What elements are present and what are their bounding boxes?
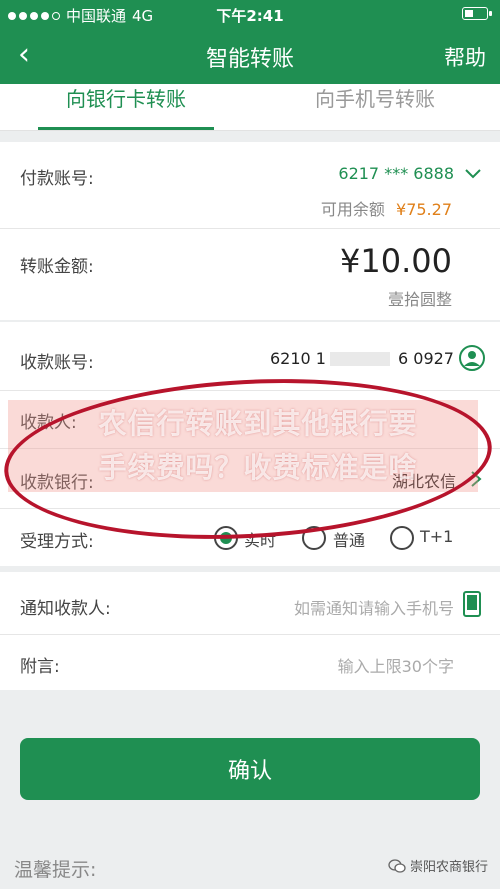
amount-in-words: 壹拾圆整: [387, 290, 452, 309]
payment-account-value[interactable]: 6217 *** 6888: [338, 164, 454, 183]
payee-account-end[interactable]: 6 0927: [398, 349, 454, 368]
extra-section: 通知收款人: 如需通知请输入手机号 附言: 输入上限30个字: [0, 572, 500, 690]
tips-label: 温馨提示:: [14, 859, 97, 881]
contact-icon[interactable]: [458, 344, 486, 372]
status-time: 下午2:41: [216, 7, 284, 25]
payment-account-label: 付款账号:: [20, 169, 94, 189]
amount-input[interactable]: ¥10.00: [340, 242, 452, 280]
radio-t-plus-1-label: T+1: [420, 527, 454, 546]
watermark-text: 崇阳农商银行: [409, 860, 488, 875]
transfer-tabs: 向银行卡转账 向手机号转账: [0, 84, 500, 131]
amount-label: 转账金额:: [20, 257, 94, 277]
payment-section: 付款账号: 6217 *** 6888 可用余额 ¥75.27 转账金额: ¥1…: [0, 142, 500, 320]
status-bar: 中国联通 4G 下午2:41: [0, 0, 500, 28]
tab-phone-transfer[interactable]: 向手机号转账: [295, 84, 455, 130]
remark-input[interactable]: 输入上限30个字: [338, 653, 454, 677]
radio-t-plus-1[interactable]: [390, 526, 414, 550]
wechat-icon: [388, 858, 406, 873]
help-button[interactable]: 帮助: [444, 42, 486, 72]
remark-label: 附言:: [20, 657, 60, 677]
notify-label: 通知收款人:: [20, 599, 111, 619]
phone-icon[interactable]: [462, 590, 482, 618]
payee-account-start[interactable]: 6210 1: [270, 349, 326, 368]
payee-account-label: 收款账号:: [20, 353, 94, 373]
watermark: 崇阳农商银行: [388, 856, 488, 875]
method-label: 受理方式:: [20, 532, 94, 552]
balance-value: ¥75.27: [396, 200, 452, 219]
confirm-button[interactable]: 确认: [20, 738, 480, 800]
chevron-down-icon[interactable]: [464, 167, 482, 181]
balance-label: 可用余额: [320, 200, 385, 219]
page-title: 智能转账: [205, 47, 294, 72]
battery-icon: [462, 7, 492, 20]
account-redaction: [330, 352, 390, 366]
available-balance: 可用余额 ¥75.27: [321, 196, 452, 220]
notify-phone-input[interactable]: 如需通知请输入手机号: [294, 595, 454, 619]
tab-bank-card-transfer[interactable]: 向银行卡转账: [38, 84, 214, 130]
radio-normal-label: 普通: [333, 531, 366, 550]
nav-bar: ‹ 智能转账 帮助: [0, 28, 500, 84]
